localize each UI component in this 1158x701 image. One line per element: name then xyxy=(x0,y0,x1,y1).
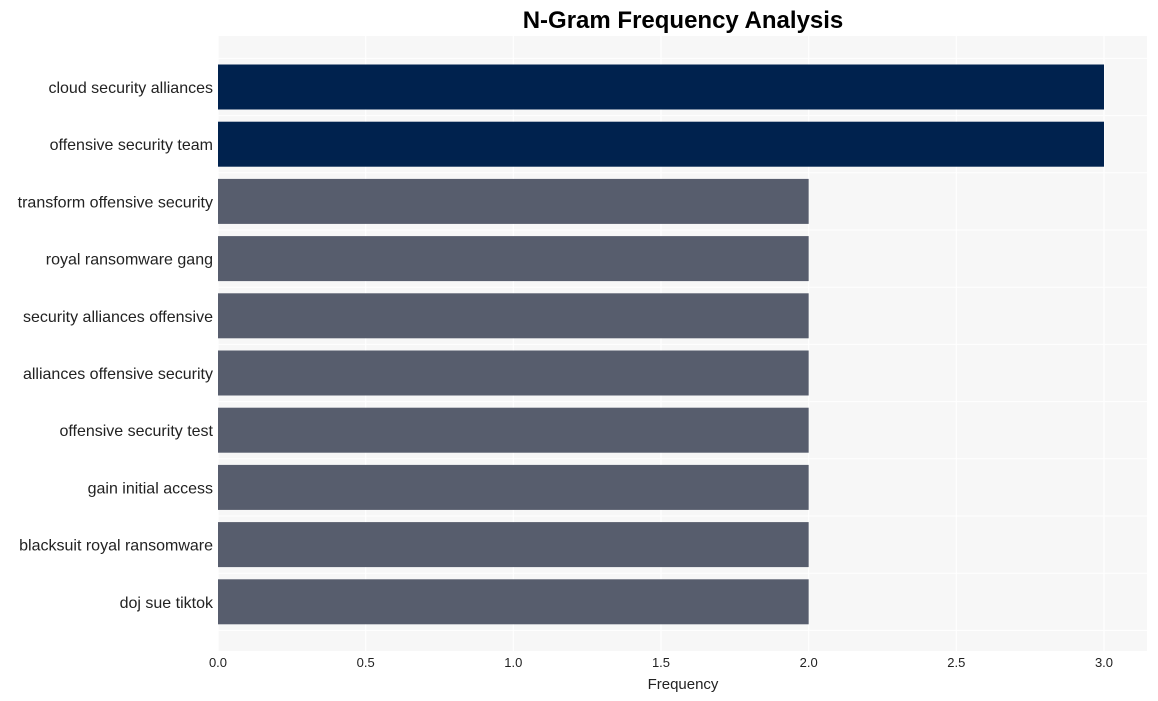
category-label: offensive security team xyxy=(50,137,213,154)
bar xyxy=(218,64,1104,110)
category-label: doj sue tiktok xyxy=(120,595,214,612)
category-label: blacksuit royal ransomware xyxy=(19,538,213,555)
category-label: offensive security test xyxy=(59,423,213,440)
x-tick-label: 0.5 xyxy=(357,655,375,670)
category-label: security alliances offensive xyxy=(23,309,213,326)
chart-title: N-Gram Frequency Analysis xyxy=(523,7,844,34)
bar xyxy=(218,178,809,224)
x-tick-label: 0.0 xyxy=(209,655,227,670)
bar xyxy=(218,293,809,339)
bar xyxy=(218,350,809,396)
bar xyxy=(218,407,809,453)
x-tick-label: 1.5 xyxy=(652,655,670,670)
x-tick-label: 1.0 xyxy=(504,655,522,670)
x-tick-label: 2.5 xyxy=(947,655,965,670)
x-tick-labels: 0.0 0.5 1.0 1.5 2.0 2.5 3.0 xyxy=(209,655,1113,670)
ngram-bar-chart: cloud security alliances offensive securi… xyxy=(18,7,1147,693)
category-label: royal ransomware gang xyxy=(46,252,213,269)
x-tick-label: 2.0 xyxy=(800,655,818,670)
x-axis-label: Frequency xyxy=(648,676,719,693)
category-label: gain initial access xyxy=(88,480,213,497)
category-labels: cloud security alliances offensive securi… xyxy=(18,80,214,612)
category-label: alliances offensive security xyxy=(23,366,213,383)
bar xyxy=(218,522,809,568)
bar xyxy=(218,579,809,625)
bar xyxy=(218,236,809,282)
category-label: cloud security alliances xyxy=(48,80,213,97)
category-label: transform offensive security xyxy=(18,194,213,211)
bar xyxy=(218,121,1104,167)
x-tick-label: 3.0 xyxy=(1095,655,1113,670)
bar xyxy=(218,464,809,510)
